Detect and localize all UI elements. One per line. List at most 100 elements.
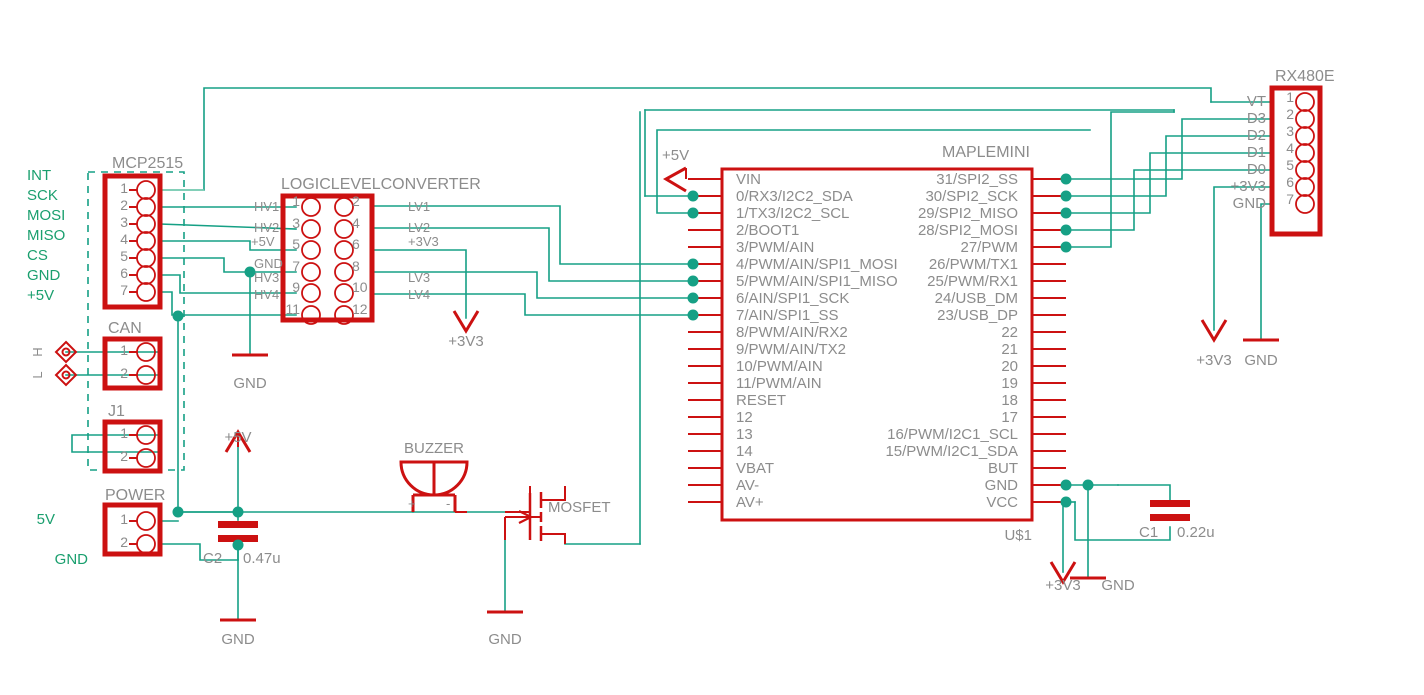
- power-label-gnd-rx: GND: [1244, 352, 1278, 369]
- c1-designator: C1: [1139, 524, 1158, 541]
- maplemini-right-label-4: 27/PWM: [960, 239, 1018, 256]
- maplemini-right-label-5: 26/PWM/TX1: [929, 256, 1018, 273]
- maplemini-left-label-15: 13: [736, 426, 753, 443]
- llc-pinnum-10: 10: [352, 279, 368, 295]
- llc-pinnum-8: 8: [352, 258, 360, 274]
- maplemini-left-label-5: 4/PWM/AIN/SPI1_MOSI: [736, 256, 898, 273]
- llc-pinnum-2: 2: [352, 193, 360, 209]
- llc-pinnum-3: 3: [292, 215, 300, 231]
- component-can[interactable]: [102, 336, 163, 391]
- maplemini-left-label-6: 5/PWM/AIN/SPI1_MISO: [736, 273, 898, 290]
- mcp2515-pinnum-5: 5: [120, 248, 128, 264]
- power-label-gnd-c2: GND: [221, 631, 255, 648]
- net-label-int: INT: [27, 167, 51, 184]
- c2-designator: C2: [203, 550, 222, 567]
- rx480e-netlabel-3v3: +3V3: [1231, 178, 1266, 195]
- rx480e-name: RX480E: [1275, 68, 1335, 85]
- maplemini-right-label-16: 15/PWM/I2C1_SDA: [885, 443, 1018, 460]
- can-label-h: H: [30, 347, 45, 356]
- buzzer-name: BUZZER: [404, 440, 464, 457]
- llc-netlabel-hv2: HV2: [254, 220, 279, 235]
- maplemini-left-label-18: AV-: [736, 477, 759, 494]
- power-label-gnd-llc: GND: [233, 375, 267, 392]
- mcp2515-pinnum-6: 6: [120, 265, 128, 281]
- maplemini-right-label-9: 22: [1001, 324, 1018, 341]
- maplemini-right-label-17: BUT: [988, 460, 1018, 477]
- maplemini-right-label-19: VCC: [986, 494, 1018, 511]
- mcp2515-pinnum-7: 7: [120, 282, 128, 298]
- llc-pinnum-5: 5: [292, 236, 300, 252]
- component-c2[interactable]: [218, 521, 258, 542]
- maplemini-left-label-16: 14: [736, 443, 753, 460]
- j1-pinnum-1: 1: [120, 425, 128, 441]
- llc-netlabel-hv3: HV3: [254, 270, 279, 285]
- maplemini-left-label-3: 2/BOOT1: [736, 222, 799, 239]
- llc-name: LOGICLEVELCONVERTER: [281, 176, 481, 193]
- power-label-plus3v3-c1: +3V3: [1045, 577, 1080, 594]
- maplemini-right-label-1: 30/SPI2_SCK: [925, 188, 1018, 205]
- component-rx480e[interactable]: [1269, 85, 1323, 237]
- maplemini-right-label-6: 25/PWM/RX1: [927, 273, 1018, 290]
- can-label-l: L: [30, 371, 45, 378]
- c2-value: 0.47u: [243, 550, 281, 567]
- maplemini-left-label-9: 8/PWM/AIN/RX2: [736, 324, 848, 341]
- rx480e-netlabel-gnd: GND: [1233, 195, 1267, 212]
- power-label-plus3v3-llc: +3V3: [448, 333, 483, 350]
- maplemini-left-label-10: 9/PWM/AIN/TX2: [736, 341, 846, 358]
- net-label-sck: SCK: [27, 187, 58, 204]
- maplemini-designator: U$1: [1004, 527, 1032, 544]
- component-c1[interactable]: [1150, 500, 1190, 521]
- maplemini-right-label-11: 20: [1001, 358, 1018, 375]
- llc-netlabel-lv2: LV2: [408, 220, 430, 235]
- can-pinnum-1: 1: [120, 342, 128, 358]
- llc-netlabel-hv4: HV4: [254, 287, 279, 302]
- maplemini-left-label-2: 1/TX3/I2C2_SCL: [736, 205, 849, 222]
- rx480e-netlabel-d1: D1: [1247, 144, 1266, 161]
- maplemini-right-label-7: 24/USB_DM: [935, 290, 1018, 307]
- can-name: CAN: [108, 320, 142, 337]
- net-label-plus5v-mcp: +5V: [27, 287, 54, 304]
- power-pinnum-1: 1: [120, 511, 128, 527]
- maplemini-right-pin-labels: 31/SPI2_SS 30/SPI2_SCK 29/SPI2_MISO 28/S…: [885, 171, 1018, 511]
- llc-pinnum-12: 12: [352, 301, 368, 317]
- net-label-cs: CS: [27, 247, 48, 264]
- maplemini-left-label-0: VIN: [736, 171, 761, 188]
- power-label-plus5v-vin: +5V: [662, 147, 689, 164]
- rx480e-pinnum-3: 3: [1286, 123, 1294, 139]
- llc-pinnum-7: 7: [292, 258, 300, 274]
- maplemini-left-label-13: RESET: [736, 392, 786, 409]
- mcp2515-pinnum-2: 2: [120, 197, 128, 213]
- llc-netlabel-3v3: +3V3: [408, 234, 439, 249]
- maplemini-right-label-3: 28/SPI2_MOSI: [918, 222, 1018, 239]
- llc-pinnum-9: 9: [292, 279, 300, 295]
- maplemini-left-label-1: 0/RX3/I2C2_SDA: [736, 188, 853, 205]
- maplemini-right-label-12: 19: [1001, 375, 1018, 392]
- mcp2515-name: MCP2515: [112, 155, 183, 172]
- component-mcp2515[interactable]: [102, 173, 163, 310]
- rx480e-netlabel-d0: D0: [1247, 161, 1266, 178]
- rx480e-netlabel-d3: D3: [1247, 110, 1266, 127]
- maplemini-right-label-0: 31/SPI2_SS: [936, 171, 1018, 188]
- maplemini-right-label-13: 18: [1001, 392, 1018, 409]
- mcp2515-pinnum-4: 4: [120, 231, 128, 247]
- mcp2515-pinnum-1: 1: [120, 180, 128, 196]
- net-label-mosi: MOSI: [27, 207, 65, 224]
- power-name: POWER: [105, 487, 165, 504]
- component-power[interactable]: [102, 502, 163, 557]
- llc-netlabel-lv1: LV1: [408, 199, 430, 214]
- maplemini-right-label-10: 21: [1001, 341, 1018, 358]
- maplemini-left-pin-stubs: [688, 178, 722, 503]
- buzzer-minus-label: -: [446, 496, 450, 511]
- net-label-5v-power: 5V: [37, 511, 55, 528]
- llc-netlabel-lv4: LV4: [408, 287, 430, 302]
- buzzer-plus-label: +: [408, 496, 416, 511]
- component-j1[interactable]: [102, 419, 163, 474]
- llc-netlabel-gnd: GND: [254, 256, 283, 271]
- llc-netlabel-lv3: LV3: [408, 270, 430, 285]
- j1-pinnum-2: 2: [120, 448, 128, 464]
- power-label-gnd-c1: GND: [1101, 577, 1135, 594]
- maplemini-left-label-14: 12: [736, 409, 753, 426]
- rx480e-pinnum-2: 2: [1286, 106, 1294, 122]
- rx480e-pinnum-4: 4: [1286, 140, 1294, 156]
- net-label-gnd-power: GND: [55, 551, 89, 568]
